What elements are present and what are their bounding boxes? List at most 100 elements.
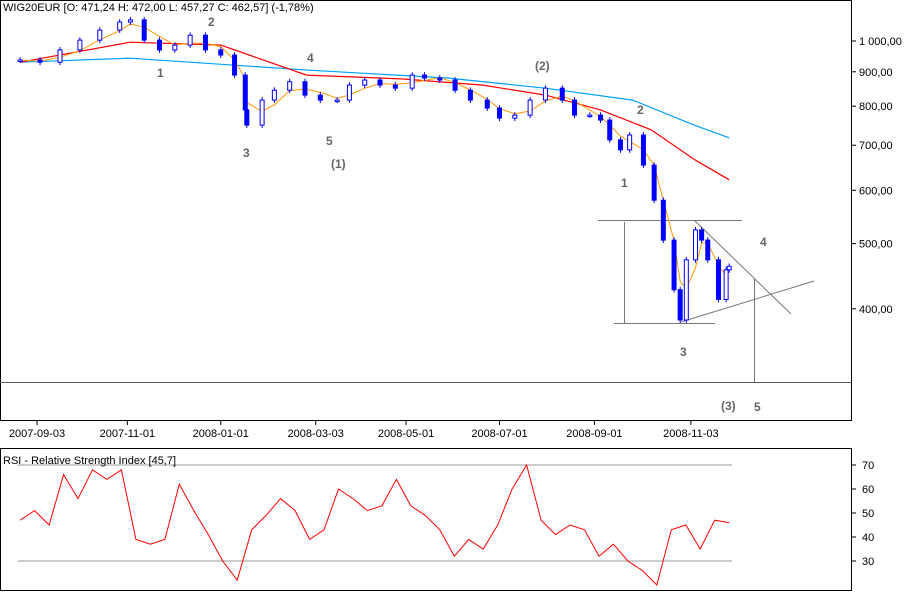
candle-body (172, 44, 178, 51)
candle-body (627, 134, 633, 151)
candle-body (317, 94, 323, 101)
candle-body (421, 74, 427, 79)
wave-label: 3 (243, 146, 250, 160)
date-tick-label: 2008-03-03 (288, 428, 344, 440)
wave-label: 5 (326, 134, 333, 148)
candle-body (302, 81, 308, 96)
rsi-tick-label: 60 (862, 484, 874, 496)
candle-body (242, 74, 248, 111)
price-tick-label: 600,00 (859, 185, 893, 197)
date-tick-label: 2008-01-01 (193, 428, 249, 440)
candle-body (467, 89, 473, 101)
candle-body (651, 164, 657, 201)
candle-body (484, 99, 490, 109)
ma-long-line (20, 57, 730, 139)
candle-body (607, 119, 613, 141)
candle-body (452, 79, 458, 91)
price-panel-frame (0, 0, 852, 421)
candle-body (117, 21, 123, 31)
price-tick-label: 500,00 (859, 239, 893, 251)
candle-body (671, 239, 677, 291)
candle-body (683, 259, 689, 321)
candle-body (559, 87, 565, 101)
candle-body (232, 54, 238, 76)
rsi-panel-frame (0, 448, 852, 591)
date-tick-label: 2008-05-01 (378, 428, 434, 440)
candle-body (187, 34, 193, 46)
wave-label: 2 (637, 103, 644, 117)
wave-label: (2) (535, 59, 550, 73)
date-tick-label: 2008-09-01 (566, 428, 622, 440)
rsi-tick-label: 30 (862, 556, 874, 568)
candle-body (692, 229, 698, 261)
candle-body (699, 229, 705, 241)
candle-body (202, 34, 208, 51)
candle-body (409, 74, 415, 89)
wave-label: 4 (760, 235, 767, 249)
candle-body (705, 239, 711, 261)
candle-body (392, 84, 398, 89)
chart-title: WIG20EUR [O: 471,24 H: 472,00 L: 457,27 … (3, 2, 314, 14)
chart-window: 1 000,00 900,00 800,00 700,00 600,00 500,00 40… (0, 0, 904, 594)
candle-body (542, 87, 548, 101)
trend-lower-line (680, 280, 815, 323)
price-axis: 1 000,00 900,00 800,00 700,00 600,00 500,00 40… (851, 36, 902, 316)
price-tick-label: 800,00 (859, 101, 893, 113)
ma-short-line (20, 23, 730, 290)
candle-body (127, 19, 133, 23)
candle-body (17, 59, 23, 63)
candle-body (141, 19, 147, 41)
candle-body (512, 114, 518, 119)
date-tick-label: 2007-11-01 (100, 428, 155, 440)
candle-body (527, 99, 533, 116)
rsi-tick-label: 70 (862, 460, 874, 472)
candle-body (617, 139, 623, 151)
candle-body (377, 79, 383, 86)
rsi-tick-label: 40 (862, 532, 874, 544)
wave-label: 4 (307, 51, 314, 65)
candle-body (218, 49, 224, 56)
candle-body (97, 29, 103, 41)
candle-body (598, 114, 604, 121)
candle-body (437, 77, 443, 81)
wave-label: 1 (157, 66, 164, 80)
wave-label: 5 (754, 400, 761, 414)
candle-body (677, 289, 683, 321)
trend-upper-line (693, 219, 792, 315)
candle-body (496, 107, 502, 119)
candle-body (362, 79, 368, 86)
ma-mid-line (20, 41, 730, 181)
candle-body (726, 265, 732, 271)
candle-body (77, 39, 83, 51)
price-tick-label: 700,00 (859, 140, 893, 152)
candle-body (715, 259, 721, 300)
rsi-line (19, 463, 730, 586)
wave-label: 1 (621, 176, 628, 190)
candle-body (259, 99, 265, 126)
chart-canvas: 1 000,00 900,00 800,00 700,00 600,00 500,00 40… (0, 0, 902, 591)
price-tick-label: 1 000,00 (859, 36, 902, 48)
candle-body (271, 89, 277, 101)
candle-body (723, 269, 729, 300)
wave-label: (3) (721, 399, 736, 413)
price-tick-label: 400,00 (859, 304, 893, 316)
date-tick-label: 2008-11-03 (663, 428, 718, 440)
candle-body (640, 134, 646, 166)
candle-body (244, 109, 250, 126)
candle-body (587, 114, 593, 118)
candle-body (572, 99, 578, 116)
wave-label: 2 (208, 15, 215, 29)
candle-body (287, 81, 293, 91)
date-tick-label: 2008-07-01 (471, 428, 527, 440)
candle-body (57, 49, 63, 63)
date-tick-label: 2007-09-03 (9, 428, 65, 440)
rsi-chart: 70 60 50 40 30 (18, 460, 874, 586)
candle-body (660, 199, 666, 241)
wave-label: (1) (331, 157, 346, 171)
rsi-title: RSI - Relative Strength Index [45,7] (3, 455, 177, 467)
rsi-tick-label: 50 (862, 508, 874, 520)
candle-body (157, 39, 163, 51)
candle-body (37, 59, 43, 63)
date-axis: 2007-09-03 2007-11-01 2008-01-01 2008-03-03… (9, 420, 719, 440)
wave-label: 3 (680, 345, 687, 359)
